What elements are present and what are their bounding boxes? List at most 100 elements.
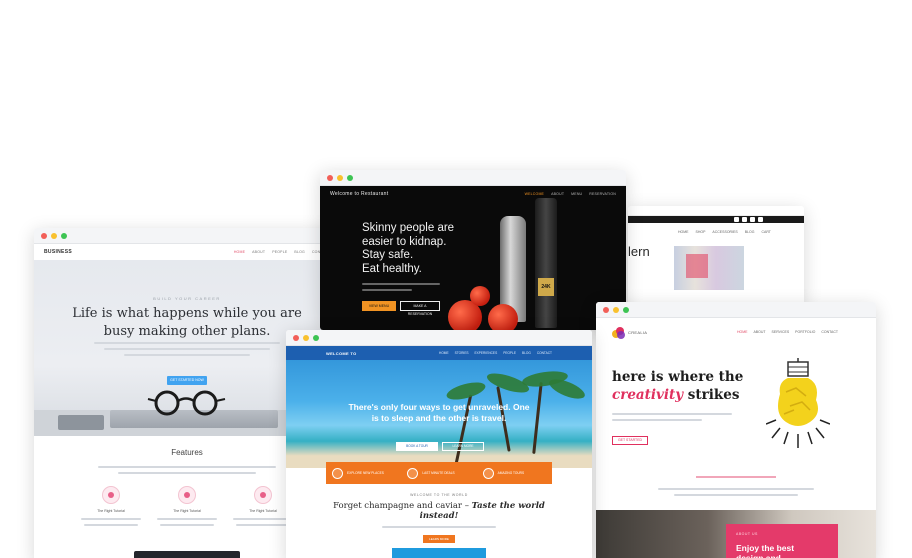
palm-leaf-image	[546, 375, 588, 403]
nav-item-home[interactable]: HOME	[234, 250, 245, 254]
restaurant-page: Welcome to Restaurant WELCOME ABOUT MENU…	[320, 186, 626, 330]
hero-overline: BUILD YOUR CAREER	[153, 296, 221, 301]
headline-line: Stay safe.	[362, 249, 414, 261]
about-label: ABOUT US	[736, 532, 758, 536]
tagline-italic: Taste the world	[471, 501, 545, 511]
social-icon[interactable]	[750, 217, 755, 222]
creative-menu: HOME ABOUT SERVICES PORTFOLIO CONTACT	[737, 330, 838, 334]
nav-item-home[interactable]: HOME	[737, 330, 748, 334]
reservation-button[interactable]: MAKE A RESERVATION	[400, 301, 440, 316]
text-placeholder	[612, 419, 702, 421]
headline-line: easier to kidnap.	[362, 235, 447, 248]
tomato-image	[488, 304, 518, 330]
modern-social-bar	[628, 216, 804, 223]
maximize-dot-icon	[623, 307, 629, 313]
travel-nav: WELCOME TO HOME STORIES EXPERIENCES PEOP…	[286, 346, 592, 360]
social-icon[interactable]	[758, 217, 763, 222]
text-placeholder	[98, 466, 276, 468]
nav-item-about[interactable]: ABOUT	[252, 250, 265, 254]
nav-item-people[interactable]: PEOPLE	[272, 250, 287, 254]
close-dot-icon	[603, 307, 609, 313]
text-placeholder	[160, 524, 214, 526]
text-placeholder	[118, 472, 256, 474]
minimize-dot-icon	[51, 233, 57, 239]
creative-headline-line2: creativity strikes	[612, 387, 739, 403]
get-started-button[interactable]: GET STARTED	[612, 436, 648, 445]
travel-brand: WELCOME TO	[326, 350, 357, 356]
nav-item-blog[interactable]: BLOG	[522, 351, 531, 355]
text-placeholder	[157, 518, 217, 520]
travel-page: There's only four ways to get unraveled.…	[286, 330, 592, 558]
learn-more-button[interactable]: LEARN MORE	[442, 442, 484, 451]
nav-item-contact[interactable]: CONTACT	[537, 351, 552, 355]
feature-icon	[178, 486, 196, 504]
window-titlebar	[320, 170, 626, 186]
restaurant-headline: Skinny people are easier to kidnap. Stay…	[362, 222, 454, 276]
travel-headline: There's only four ways to get unraveled.…	[348, 402, 530, 423]
modern-template-window[interactable]: HOME SHOP ACCESSORIES BLOG CART lern	[628, 206, 804, 306]
tagline-line1: Forget champagne and caviar – Taste the …	[286, 501, 592, 511]
text-placeholder	[658, 488, 814, 490]
close-dot-icon	[327, 175, 333, 181]
feature-label: AMAZING TOURS	[497, 470, 525, 475]
text-placeholder	[362, 283, 440, 285]
headline-line: Eat healthy.	[362, 262, 422, 275]
monitor-image	[134, 551, 240, 558]
book-tour-button[interactable]: BOOK A TOUR	[396, 442, 438, 451]
nav-item-contact[interactable]: CONTACT	[821, 330, 838, 334]
text-placeholder	[233, 518, 293, 520]
nav-item-stories[interactable]: STORIES	[455, 351, 469, 355]
creative-template-window[interactable]: CREALIA HOME ABOUT SERVICES PORTFOLIO CO…	[596, 302, 876, 558]
small-cta-button[interactable]: LEARN MORE	[423, 535, 455, 543]
oil-bottle-image	[535, 198, 557, 328]
nav-item-about[interactable]: ABOUT	[753, 330, 765, 334]
headline-strong: strikes	[683, 387, 740, 403]
nav-item-home[interactable]: HOME	[678, 230, 689, 234]
nav-item-blog[interactable]: BLOG	[294, 250, 305, 254]
nav-item-reservation[interactable]: RESERVATION	[589, 192, 616, 196]
nav-item-menu[interactable]: MENU	[571, 192, 582, 196]
text-placeholder	[81, 518, 141, 520]
creative-brand: CREALIA	[628, 330, 648, 335]
view-menu-button[interactable]: VIEW MENU	[362, 301, 396, 311]
restaurant-menu: WELCOME ABOUT MENU RESERVATION	[525, 192, 616, 196]
nav-item-portfolio[interactable]: PORTFOLIO	[795, 330, 815, 334]
nav-item-services[interactable]: SERVICES	[772, 330, 790, 334]
nav-item-people[interactable]: PEOPLE	[503, 351, 516, 355]
creative-page: CREALIA HOME ABOUT SERVICES PORTFOLIO CO…	[596, 318, 876, 558]
modern-top-nav	[628, 206, 804, 216]
text-placeholder	[612, 413, 732, 415]
minimize-dot-icon	[337, 175, 343, 181]
window-titlebar	[34, 228, 340, 244]
feature-label: LAST MINUTE DEALS	[422, 470, 455, 475]
feature-block[interactable]: EXPLORE NEW PLACES	[326, 462, 401, 484]
travel-template-window[interactable]: There's only four ways to get unraveled.…	[286, 330, 592, 558]
nav-item-shop[interactable]: SHOP	[696, 230, 706, 234]
welcome-label: WELCOME TO THE WORLD	[410, 493, 468, 497]
restaurant-template-window[interactable]: Welcome to Restaurant WELCOME ABOUT MENU…	[320, 170, 626, 330]
restaurant-nav: Welcome to Restaurant WELCOME ABOUT MENU…	[320, 186, 626, 202]
nav-item-cart[interactable]: CART	[761, 230, 770, 234]
nav-item-welcome[interactable]: WELCOME	[525, 192, 545, 196]
nav-item-accessories[interactable]: ACCESSORIES	[712, 230, 737, 234]
nav-item-experiences[interactable]: EXPERIENCES	[475, 351, 498, 355]
headline-accent: creativity	[612, 387, 684, 403]
nav-item-about[interactable]: ABOUT	[551, 192, 564, 196]
feature-block[interactable]: LAST MINUTE DEALS	[401, 462, 476, 484]
business-brand: BUSINESS	[44, 249, 72, 255]
bottle-label: 24K	[538, 278, 554, 296]
social-icon[interactable]	[742, 217, 747, 222]
get-started-button[interactable]: GET STARTED NOW	[167, 376, 207, 385]
nav-item-blog[interactable]: BLOG	[745, 230, 755, 234]
social-icon[interactable]	[734, 217, 739, 222]
tomato-image	[470, 286, 490, 306]
tag-icon	[407, 467, 419, 479]
about-title: Enjoy the best design and	[736, 543, 795, 558]
nav-item-home[interactable]: HOME	[439, 351, 449, 355]
travel-hero: There's only four ways to get unraveled.…	[286, 346, 592, 468]
modern-hero-text: lern	[628, 244, 650, 259]
close-dot-icon	[41, 233, 47, 239]
feature-block[interactable]: AMAZING TOURS	[477, 462, 552, 484]
minimize-dot-icon	[613, 307, 619, 313]
modern-menu: HOME SHOP ACCESSORIES BLOG CART	[678, 230, 771, 234]
